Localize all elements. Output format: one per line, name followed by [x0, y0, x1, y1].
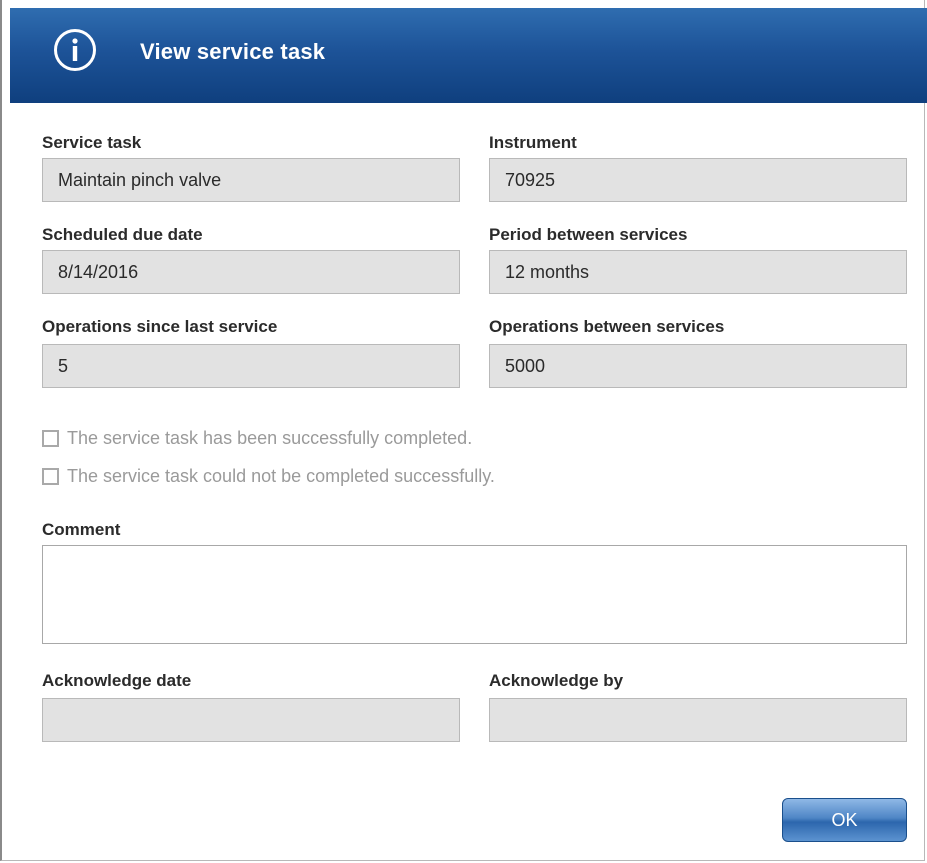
acknowledge-by-label: Acknowledge by [489, 671, 624, 690]
view-service-task-dialog: View service task Service task Maintain … [0, 0, 927, 861]
operations-between-services-field: 5000 [489, 344, 907, 388]
instrument-field: 70925 [489, 158, 907, 202]
operations-between-services-label: Operations between services [489, 317, 725, 336]
operations-since-last-service-label: Operations since last service [42, 317, 278, 336]
not-completed-checkbox[interactable] [42, 467, 59, 485]
acknowledge-by-field [489, 698, 907, 742]
scheduled-due-date-label: Scheduled due date [42, 225, 203, 244]
instrument-label: Instrument [489, 133, 577, 152]
comment-textarea[interactable] [42, 545, 907, 644]
period-between-services-label: Period between services [489, 225, 688, 244]
scheduled-due-date-field: 8/14/2016 [42, 250, 460, 294]
operations-since-last-service-field: 5 [42, 344, 460, 388]
service-task-field: Maintain pinch valve [42, 158, 460, 202]
completed-checkbox-row[interactable]: The service task has been successfully c… [42, 426, 472, 450]
dialog-title: View service task [140, 39, 326, 64]
ok-button[interactable]: OK [782, 798, 907, 842]
info-icon [54, 29, 96, 71]
completed-checkbox[interactable] [42, 429, 59, 447]
comment-label: Comment [42, 520, 121, 539]
acknowledge-date-label: Acknowledge date [42, 671, 192, 690]
service-task-label: Service task [42, 133, 142, 152]
not-completed-checkbox-row[interactable]: The service task could not be completed … [42, 464, 495, 488]
completed-checkbox-label: The service task has been successfully c… [67, 427, 473, 448]
dialog-titlebar: View service task [10, 8, 927, 103]
period-between-services-field: 12 months [489, 250, 907, 294]
not-completed-checkbox-label: The service task could not be completed … [67, 465, 495, 486]
acknowledge-date-field [42, 698, 460, 742]
